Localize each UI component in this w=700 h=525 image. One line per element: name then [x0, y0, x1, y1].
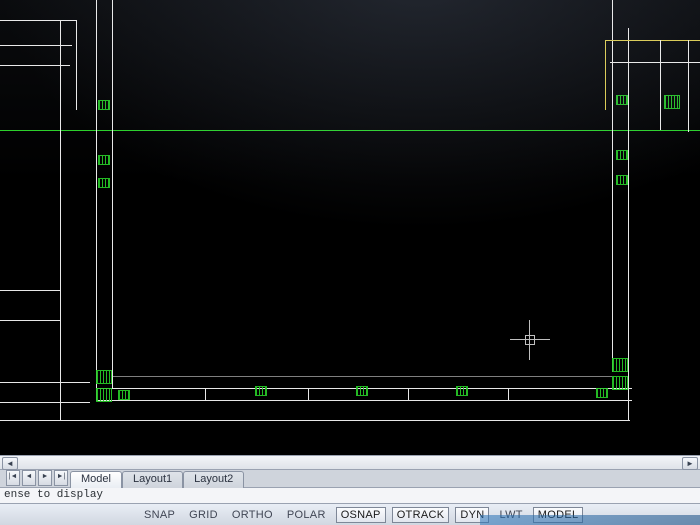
- cad-line: [60, 20, 61, 420]
- tab-nav-last[interactable]: ►|: [54, 470, 68, 486]
- tab-layout2[interactable]: Layout2: [183, 471, 244, 488]
- column-detail: [612, 358, 628, 372]
- cad-line: [112, 0, 113, 388]
- column-detail: [612, 376, 628, 390]
- cad-line: [660, 40, 661, 130]
- column-detail: [664, 95, 680, 109]
- cad-line: [0, 320, 60, 321]
- tab-model[interactable]: Model: [70, 471, 122, 488]
- toggle-ortho[interactable]: ORTHO: [228, 508, 277, 522]
- cad-canvas[interactable]: [0, 0, 700, 455]
- cad-line: [0, 290, 60, 291]
- command-line[interactable]: ense to display: [0, 488, 700, 504]
- cad-line: [0, 420, 630, 421]
- cad-line: [688, 40, 689, 132]
- toggle-osnap[interactable]: OSNAP: [336, 507, 386, 523]
- cad-line: [605, 40, 606, 110]
- tab-nav-first[interactable]: |◄: [6, 470, 20, 486]
- cad-line: [112, 376, 612, 377]
- tab-nav-next[interactable]: ►: [38, 470, 52, 486]
- crosshair-cursor: [510, 320, 550, 360]
- column-detail: [616, 95, 628, 105]
- column-detail: [596, 388, 608, 398]
- layout-tabstrip: |◄ ◄ ► ►| Model Layout1 Layout2: [0, 470, 700, 488]
- cad-line: [628, 28, 629, 420]
- toggle-polar[interactable]: POLAR: [283, 508, 330, 522]
- cad-line: [612, 0, 613, 372]
- toggle-snap[interactable]: SNAP: [140, 508, 179, 522]
- column-detail: [616, 175, 628, 185]
- screen-glare: [0, 0, 700, 455]
- column-detail: [118, 390, 130, 400]
- cad-line: [0, 382, 90, 383]
- tab-nav-prev[interactable]: ◄: [22, 470, 36, 486]
- cad-line: [0, 20, 76, 21]
- horizontal-scrollbar[interactable]: ◄ ►: [0, 455, 700, 470]
- column-detail: [98, 155, 110, 165]
- cad-line: [96, 400, 632, 401]
- cad-line: [0, 45, 72, 46]
- toggle-otrack[interactable]: OTRACK: [392, 507, 450, 523]
- tab-layout1[interactable]: Layout1: [122, 471, 183, 488]
- scroll-right-button[interactable]: ►: [682, 457, 698, 470]
- column-detail: [96, 370, 112, 384]
- cad-line: [308, 388, 309, 400]
- cad-line: [408, 388, 409, 400]
- column-detail: [98, 100, 110, 110]
- cad-line: [508, 388, 509, 400]
- green-guide-line: [0, 130, 700, 131]
- cad-line: [0, 402, 90, 403]
- toggle-grid[interactable]: GRID: [185, 508, 222, 522]
- bottom-dock: ◄ ► |◄ ◄ ► ►| Model Layout1 Layout2 ense…: [0, 455, 700, 525]
- column-detail: [255, 386, 267, 396]
- column-detail: [616, 150, 628, 160]
- monitor-bezel: [480, 515, 700, 525]
- cad-line: [96, 0, 97, 400]
- column-detail: [356, 386, 368, 396]
- cad-line: [610, 62, 700, 63]
- cad-line: [76, 20, 77, 110]
- scroll-left-button[interactable]: ◄: [2, 457, 18, 470]
- cad-line: [205, 388, 206, 400]
- cad-line: [605, 40, 700, 41]
- column-detail: [456, 386, 468, 396]
- column-detail: [98, 178, 110, 188]
- column-detail: [96, 388, 112, 402]
